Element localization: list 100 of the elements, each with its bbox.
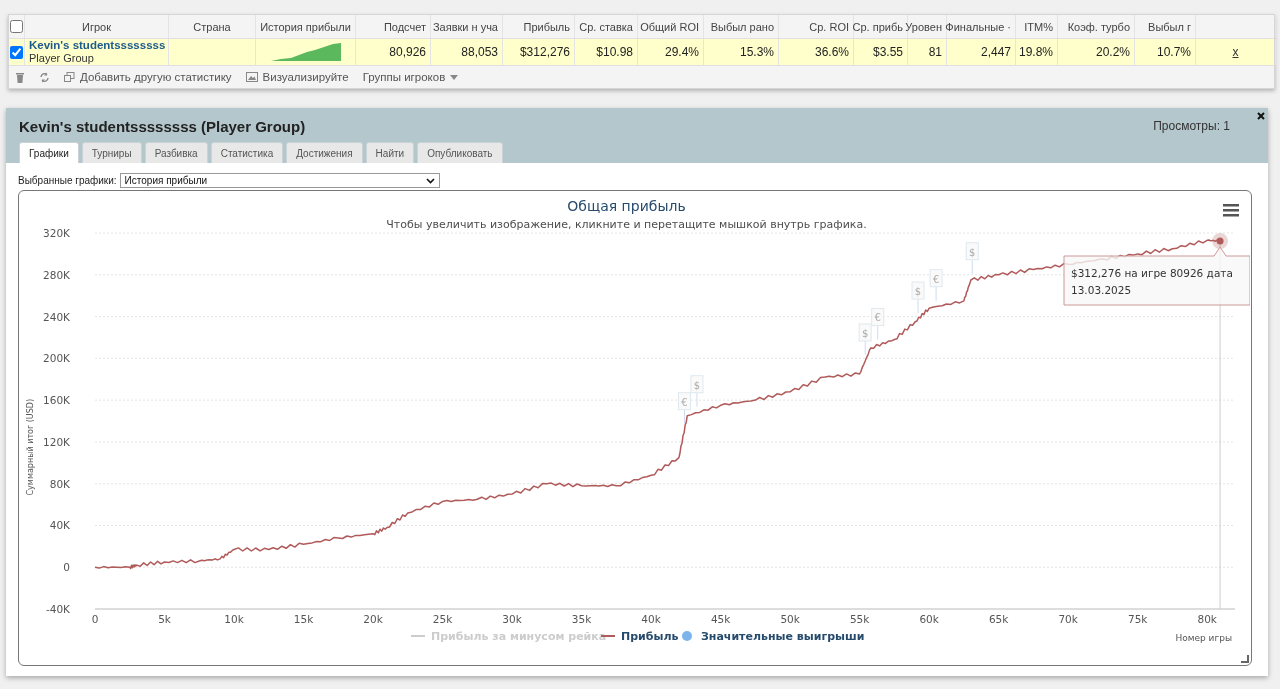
row-checkbox[interactable]: [10, 45, 23, 59]
legend-line-icon: [410, 635, 426, 637]
x-tick-label: 30k: [502, 613, 522, 625]
column-header[interactable]: ITM%: [1024, 20, 1053, 33]
y-tick-label: 280K: [43, 268, 70, 281]
trash-icon: [15, 71, 25, 83]
close-button[interactable]: [1257, 110, 1265, 122]
column-header[interactable]: Ср. ставка: [579, 20, 633, 33]
column-header[interactable]: Общий ROI: [640, 20, 699, 33]
x-tick-label: 15k: [293, 613, 314, 625]
tab[interactable]: Графики: [19, 142, 79, 163]
annotation: €: [874, 312, 881, 324]
table-cell: 15.3%: [739, 45, 774, 59]
y-tick-label: 0: [63, 561, 70, 574]
column-header[interactable]: Уровен: [905, 20, 942, 33]
x-tick-label: 35k: [571, 613, 592, 625]
player-link[interactable]: Kevin's studentssssssss: [29, 39, 166, 52]
x-tick-label: 65k: [988, 613, 1009, 625]
table-cell: 81: [928, 45, 942, 59]
y-tick-label: 320K: [43, 227, 70, 239]
column-header[interactable]: Выбыл г: [1148, 20, 1191, 33]
y-tick-label: 40K: [49, 519, 70, 532]
tab[interactable]: Статистика: [210, 142, 284, 163]
x-tick-label: 25k: [432, 613, 453, 625]
views-count: Просмотры: 1: [1153, 119, 1230, 133]
column-header[interactable]: Ср. ROI: [809, 20, 849, 33]
x-tick-label: 80k: [1197, 613, 1217, 625]
x-tick-label: 0: [91, 613, 99, 625]
y-tick-label: 200K: [43, 352, 70, 365]
legend-label[interactable]: Значительные выигрыши: [701, 630, 865, 643]
column-header[interactable]: Заявки н уча: [432, 20, 498, 33]
chevron-icon: [425, 177, 435, 184]
tab[interactable]: Турниры: [81, 142, 142, 163]
table-cell: $10.98: [596, 45, 633, 59]
toolbar-button[interactable]: Группы игроков: [362, 71, 459, 83]
annotation: $: [969, 246, 976, 258]
x-axis-title: Номер игры: [1175, 633, 1232, 643]
y-tick-label: -40K: [45, 603, 70, 615]
delete-button[interactable]: [15, 71, 25, 83]
column-header[interactable]: Выбыл рано: [710, 20, 774, 33]
x-tick-label: 50k: [780, 613, 800, 625]
table-cell: 19.8%: [1018, 45, 1053, 59]
annotation: €: [932, 273, 940, 285]
chart-subtitle: Чтобы увеличить изображение, кликните и перетащите мышкой внутрь графика.: [386, 218, 867, 231]
y-tick-label: 120K: [43, 435, 70, 448]
column-header[interactable]: Прибыль: [523, 20, 570, 33]
column-header[interactable]: История прибыли: [260, 20, 351, 33]
image-icon: [245, 72, 258, 82]
x-tick-label: 10k: [224, 613, 244, 625]
tab[interactable]: Разбивка: [144, 142, 208, 163]
close-icon: [1257, 112, 1265, 120]
annotation: $: [914, 286, 922, 298]
tooltip-text: 13.03.2025: [1071, 284, 1132, 296]
table-cell: 10.7%: [1156, 45, 1191, 59]
column-header[interactable]: Страна: [193, 20, 231, 33]
player-group: Player Group: [29, 52, 94, 65]
x-tick-label: 40k: [641, 613, 661, 625]
select-label: Выбранные графики:: [18, 175, 117, 186]
menu-icon[interactable]: [1223, 204, 1239, 217]
legend-label[interactable]: Прибыль: [621, 630, 679, 643]
x-tick-label: 45k: [710, 613, 731, 625]
column-header[interactable]: Игрок: [82, 20, 111, 33]
chart-select[interactable]: История прибыли: [119, 173, 440, 188]
refresh-icon: [39, 71, 50, 83]
annotation: $: [693, 379, 701, 391]
toolbar-button[interactable]: Добавить другую статистику: [64, 71, 232, 83]
x-tick-label: 75k: [1127, 613, 1148, 625]
column-header[interactable]: Коэф. турбо: [1067, 20, 1130, 33]
remove-link[interactable]: x: [1232, 45, 1239, 59]
column-header[interactable]: Подсчет: [383, 20, 426, 33]
x-tick-label: 60k: [919, 613, 939, 625]
table-cell: $312,276: [519, 45, 570, 59]
select-all-checkbox[interactable]: [10, 20, 23, 33]
resize-grip[interactable]: [1241, 655, 1249, 663]
table-cell: 36.6%: [814, 45, 849, 59]
chart-title: Общая прибыль: [567, 198, 686, 214]
table-cell: 20.2%: [1095, 45, 1130, 59]
toolbar-button[interactable]: Визуализируйте: [245, 71, 349, 83]
caret-icon: [450, 74, 459, 80]
table-cell: $3.55: [872, 45, 903, 59]
tab[interactable]: Достижения: [286, 142, 363, 163]
x-tick-label: 20k: [363, 613, 383, 625]
table-cell: 2,447: [980, 45, 1011, 59]
tab[interactable]: Найти: [365, 142, 415, 163]
hover-point: [1212, 233, 1229, 250]
table-cell: 80,926: [389, 45, 426, 59]
y-tick-label: 80K: [49, 477, 70, 490]
annotation: €: [681, 396, 688, 408]
tooltip-text: $312,276 на игре 80926 дата: [1071, 267, 1233, 279]
x-tick-label: 5k: [158, 613, 171, 625]
refresh-button[interactable]: [39, 71, 50, 83]
column-header[interactable]: Ср. прибь: [852, 20, 903, 33]
table-cell: 88,053: [461, 45, 498, 59]
table-cell: 29.4%: [664, 45, 699, 59]
panel-title: Kevin's studentssssssss (Player Group): [19, 117, 306, 135]
y-tick-label: 160K: [43, 394, 70, 407]
y-tick-label: 240K: [43, 310, 70, 323]
x-tick-label: 70k: [1058, 613, 1078, 625]
tab[interactable]: Опубликовать: [417, 142, 503, 163]
column-header[interactable]: Финальные ·: [945, 20, 1011, 33]
